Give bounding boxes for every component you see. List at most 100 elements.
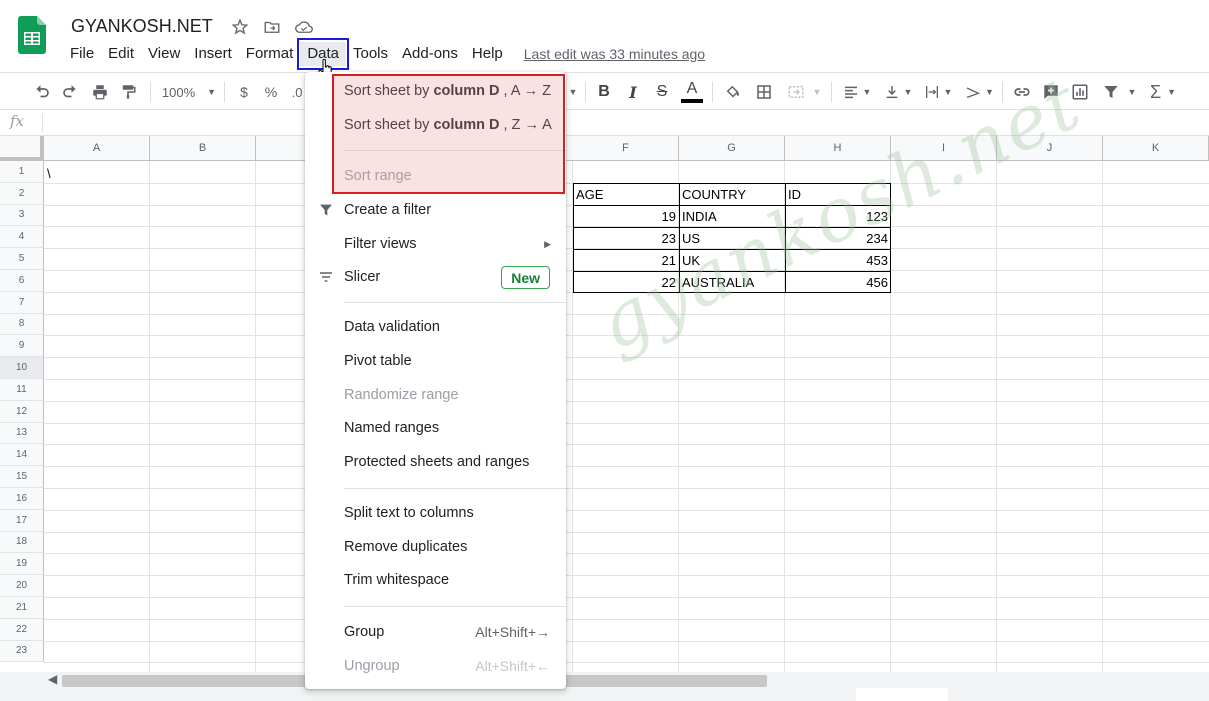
insert-chart-icon[interactable] bbox=[1069, 73, 1091, 111]
cell-age[interactable]: 22 bbox=[573, 271, 679, 293]
column-header[interactable]: K bbox=[1103, 136, 1209, 161]
menu-insert[interactable]: Insert bbox=[187, 42, 239, 66]
decrease-decimal-button[interactable]: .0 bbox=[290, 73, 304, 111]
split-text-item[interactable]: Split text to columns bbox=[305, 496, 566, 530]
select-all-corner[interactable] bbox=[0, 136, 44, 161]
menu-view[interactable]: View bbox=[141, 42, 187, 66]
row-header[interactable]: 22 bbox=[0, 618, 44, 641]
column-header[interactable]: J bbox=[997, 136, 1103, 161]
column-header[interactable]: A bbox=[44, 136, 150, 161]
sort-sheet-az-item[interactable]: Sort sheet by column D, A → Z bbox=[305, 74, 566, 108]
sheet-tab[interactable] bbox=[856, 688, 948, 701]
row-header[interactable]: 8 bbox=[0, 313, 44, 336]
redo-icon[interactable] bbox=[59, 73, 81, 111]
insert-comment-icon[interactable] bbox=[1040, 73, 1062, 111]
text-color-button[interactable]: A bbox=[681, 73, 703, 111]
column-header[interactable]: I bbox=[891, 136, 997, 161]
text-rotation-icon[interactable]: ▼ bbox=[963, 73, 995, 111]
pivot-table-item[interactable]: Pivot table bbox=[305, 344, 566, 378]
row-header[interactable]: 9 bbox=[0, 335, 44, 358]
cell-id[interactable]: 453 bbox=[785, 249, 891, 271]
undo-icon[interactable] bbox=[31, 73, 53, 111]
borders-icon[interactable] bbox=[753, 73, 775, 111]
row-header[interactable]: 20 bbox=[0, 575, 44, 597]
row-header[interactable]: 3 bbox=[0, 204, 44, 227]
row-header[interactable]: 16 bbox=[0, 488, 44, 510]
row-header[interactable]: 7 bbox=[0, 291, 44, 314]
column-header[interactable]: F bbox=[573, 136, 679, 161]
bold-button[interactable]: B bbox=[595, 73, 613, 111]
last-edit-link[interactable]: Last edit was 33 minutes ago bbox=[524, 46, 705, 62]
scroll-left-icon[interactable]: ◀ bbox=[48, 672, 57, 686]
filter-views-item[interactable]: Filter views ▶ bbox=[305, 227, 566, 261]
row-header[interactable]: 5 bbox=[0, 248, 44, 270]
paint-format-icon[interactable] bbox=[117, 73, 139, 111]
cell-country[interactable]: AUSTRALIA bbox=[679, 271, 785, 293]
cell-country[interactable]: UK bbox=[679, 249, 785, 271]
slicer-item[interactable]: Slicer New bbox=[305, 260, 566, 294]
row-header[interactable]: 11 bbox=[0, 379, 44, 401]
named-ranges-item[interactable]: Named ranges bbox=[305, 411, 566, 445]
menu-edit[interactable]: Edit bbox=[101, 42, 141, 66]
cloud-saved-icon[interactable] bbox=[293, 16, 315, 38]
row-header[interactable]: 4 bbox=[0, 226, 44, 249]
data-validation-item[interactable]: Data validation bbox=[305, 310, 566, 344]
horizontal-scrollbar[interactable]: ◀ bbox=[0, 672, 1209, 690]
row-header[interactable]: 21 bbox=[0, 597, 44, 619]
document-title[interactable]: GYANKOSH.NET bbox=[71, 16, 213, 37]
fill-color-icon[interactable] bbox=[722, 73, 744, 111]
row-header[interactable]: 6 bbox=[0, 270, 44, 292]
column-header[interactable]: H bbox=[785, 136, 891, 161]
cell-id[interactable]: 234 bbox=[785, 227, 891, 249]
row-header[interactable]: 17 bbox=[0, 509, 44, 532]
move-to-folder-icon[interactable] bbox=[261, 16, 283, 38]
protected-sheets-item[interactable]: Protected sheets and ranges bbox=[305, 445, 566, 479]
formula-bar[interactable]: fx bbox=[0, 110, 1209, 136]
cell-country[interactable]: US bbox=[679, 227, 785, 249]
text-wrapping-icon[interactable]: ▼ bbox=[922, 73, 954, 111]
functions-button[interactable]: Σ ▼ bbox=[1146, 73, 1180, 111]
cell-a1[interactable]: \ bbox=[44, 162, 150, 184]
row-header[interactable]: 1 bbox=[0, 161, 44, 183]
header-id[interactable]: ID bbox=[785, 183, 891, 205]
strikethrough-button[interactable]: S bbox=[653, 73, 671, 111]
row-header[interactable]: 23 bbox=[0, 640, 44, 663]
filter-icon[interactable]: ▼ bbox=[1099, 73, 1139, 111]
spreadsheet-grid[interactable]: ABCDEFGHIJK 1234567891011121314151617181… bbox=[0, 136, 1209, 672]
row-header[interactable]: 15 bbox=[0, 466, 44, 488]
column-header[interactable]: G bbox=[679, 136, 785, 161]
cell-age[interactable]: 23 bbox=[573, 227, 679, 249]
header-age[interactable]: AGE bbox=[573, 183, 679, 205]
ungroup-item[interactable]: Ungroup Alt+Shift+← bbox=[305, 649, 566, 683]
currency-format-button[interactable]: $ bbox=[236, 73, 252, 111]
menu-file[interactable]: File bbox=[63, 42, 101, 66]
header-country[interactable]: COUNTRY bbox=[679, 183, 785, 205]
vertical-align-icon[interactable]: ▼ bbox=[882, 73, 914, 111]
cell-id[interactable]: 123 bbox=[785, 205, 891, 227]
remove-duplicates-item[interactable]: Remove duplicates bbox=[305, 530, 566, 564]
print-icon[interactable] bbox=[89, 73, 111, 111]
insert-link-icon[interactable] bbox=[1011, 73, 1033, 111]
cell-age[interactable]: 21 bbox=[573, 249, 679, 271]
menu-help[interactable]: Help bbox=[465, 42, 510, 66]
font-size-chevron-icon[interactable]: ▼ bbox=[566, 73, 580, 111]
randomize-range-item[interactable]: Randomize range bbox=[305, 378, 566, 412]
row-header[interactable]: 10 bbox=[0, 357, 44, 379]
sort-range-item[interactable]: Sort range bbox=[305, 159, 566, 193]
menu-addons[interactable]: Add-ons bbox=[395, 42, 465, 66]
trim-whitespace-item[interactable]: Trim whitespace bbox=[305, 563, 566, 597]
create-filter-item[interactable]: Create a filter bbox=[305, 193, 566, 227]
cell-id[interactable]: 456 bbox=[785, 271, 891, 293]
cell-age[interactable]: 19 bbox=[573, 205, 679, 227]
menu-format[interactable]: Format bbox=[239, 42, 301, 66]
row-header[interactable]: 14 bbox=[0, 444, 44, 467]
italic-button[interactable]: I bbox=[624, 73, 642, 111]
star-icon[interactable] bbox=[229, 16, 251, 38]
row-header[interactable]: 19 bbox=[0, 553, 44, 576]
merge-cells-icon[interactable]: ▼ bbox=[784, 73, 824, 111]
percent-format-button[interactable]: % bbox=[263, 73, 279, 111]
horizontal-align-icon[interactable]: ▼ bbox=[841, 73, 873, 111]
row-header[interactable]: 13 bbox=[0, 422, 44, 445]
zoom-select[interactable]: 100% ▼ bbox=[158, 73, 220, 111]
group-item[interactable]: Group Alt+Shift+→ bbox=[305, 615, 566, 649]
